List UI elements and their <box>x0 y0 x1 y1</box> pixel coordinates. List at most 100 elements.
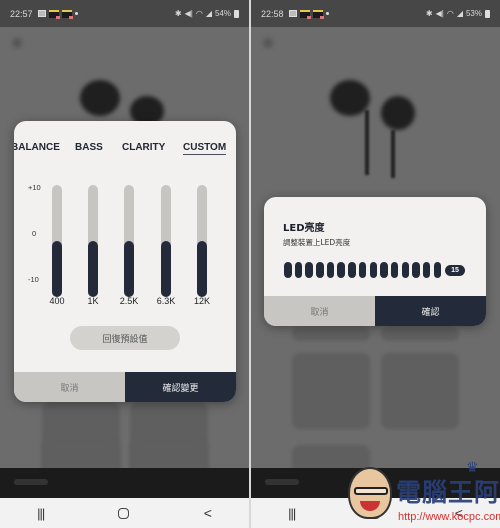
signal-icon: ◢ <box>205 9 212 18</box>
tab-custom[interactable]: CUSTOM <box>183 142 227 155</box>
cancel-button[interactable]: 取消 <box>264 296 375 326</box>
led-brightness-dialog: LED亮度 調整裝置上LED亮度 15 取消 確認 <box>264 197 486 326</box>
scale-mid-label: 0 <box>32 229 37 238</box>
reset-defaults-button[interactable]: 回復預設值 <box>70 326 180 350</box>
scale-min-label: -10 <box>28 275 39 284</box>
status-time: 22:57 <box>10 8 33 19</box>
led-level-segment[interactable] <box>305 262 313 278</box>
eq-slider-12k[interactable] <box>197 185 207 297</box>
battery-percent: 54% <box>214 9 231 18</box>
dot-icon <box>325 12 329 15</box>
battery-percent: 53% <box>465 9 482 18</box>
gallery-icon <box>37 10 46 17</box>
cancel-button[interactable]: 取消 <box>14 372 125 402</box>
led-level-segment[interactable] <box>294 262 303 278</box>
led-level-segment[interactable] <box>348 262 356 278</box>
eq-frequency-label: 2.5K <box>119 296 139 306</box>
equalizer-dialog: BALANCE BASS CLARITY CUSTOM +10 0 -10 40… <box>14 121 236 402</box>
background-footer <box>0 468 249 498</box>
eq-slider-1k[interactable] <box>88 185 98 297</box>
status-bar: 22:58 ✱ ◀| ◠ ◢ 53% <box>251 0 500 27</box>
confirm-button[interactable]: 確認 <box>375 296 486 326</box>
eq-slider-400[interactable] <box>52 185 62 297</box>
background-card-led <box>292 353 370 429</box>
led-level-segment[interactable] <box>284 262 292 278</box>
mute-icon: ◀| <box>184 9 193 18</box>
home-icon[interactable] <box>369 507 381 519</box>
eq-slider-6.3k[interactable] <box>161 185 171 297</box>
earbud-left-image <box>330 80 370 116</box>
tab-clarity[interactable]: CLARITY <box>122 142 165 153</box>
led-level-segment[interactable] <box>412 262 420 278</box>
led-level-segment[interactable] <box>316 262 324 278</box>
eq-slider-fill <box>52 241 62 297</box>
status-bar: 22:57 ✱ ◀| ◠ ◢ 54% <box>0 0 249 27</box>
mute-icon: ◀| <box>435 9 444 18</box>
eq-frequency-label: 400 <box>49 296 65 306</box>
eq-sliders-area: +10 0 -10 400 1K 2.5K 6.3K 12K <box>14 179 236 309</box>
scale-max-label: +10 <box>28 183 41 192</box>
earbud-left-image <box>80 80 120 116</box>
eq-frequency-label: 1K <box>87 296 99 306</box>
wifi-icon: ◠ <box>195 9 203 18</box>
status-right-group: ✱ ◀| ◠ ◢ 53% <box>426 9 490 18</box>
led-level-segment[interactable] <box>380 262 388 278</box>
eq-frequency-label: 12K <box>193 296 210 306</box>
led-level-segment[interactable] <box>337 262 345 278</box>
app-notification-icon <box>61 9 73 19</box>
background-card <box>381 327 459 341</box>
earbud-right-image <box>381 96 415 130</box>
earbud-right-stem <box>391 130 395 178</box>
led-level-segment[interactable] <box>433 262 442 278</box>
recent-apps-icon[interactable]: ||| <box>37 506 45 521</box>
eq-slider-2.5k[interactable] <box>124 185 134 297</box>
back-icon[interactable]: < <box>455 505 463 521</box>
brightness-level-badge: 15 <box>445 265 465 276</box>
back-icon[interactable]: < <box>204 505 212 521</box>
bluetooth-icon: ✱ <box>425 9 433 18</box>
background-menu-icon <box>263 38 273 48</box>
recent-apps-icon[interactable]: ||| <box>288 506 296 521</box>
led-level-segment[interactable] <box>326 262 335 278</box>
dialog-button-row: 取消 確認變更 <box>14 372 236 402</box>
status-time: 22:58 <box>261 8 284 19</box>
signal-icon: ◢ <box>456 9 463 18</box>
dialog-button-row: 取消 確認 <box>264 296 486 326</box>
bluetooth-icon: ✱ <box>174 9 182 18</box>
app-notification-icon <box>312 9 324 19</box>
dialog-subtitle: 調整裝置上LED亮度 <box>283 238 351 247</box>
earbud-left-stem <box>365 110 369 175</box>
home-icon[interactable] <box>118 507 130 519</box>
battery-icon <box>485 9 490 18</box>
eq-frequency-label: 6.3K <box>156 296 176 306</box>
background-card <box>381 353 459 429</box>
dialog-title: LED亮度 <box>283 223 325 234</box>
led-level-segment[interactable] <box>401 262 410 278</box>
eq-slider-fill <box>124 241 134 297</box>
led-brightness-slider[interactable] <box>284 262 442 278</box>
navigation-bar: ||| < <box>0 498 249 528</box>
eq-preset-tabs: BALANCE BASS CLARITY CUSTOM <box>14 142 236 156</box>
tab-bass[interactable]: BASS <box>75 142 103 153</box>
dot-icon <box>74 12 78 15</box>
led-level-segment[interactable] <box>358 262 367 278</box>
eq-slider-fill <box>88 241 98 297</box>
navigation-bar: ||| < <box>251 498 500 528</box>
status-right-group: ✱ ◀| ◠ ◢ 54% <box>175 9 239 18</box>
background-menu-icon <box>12 38 22 48</box>
led-level-segment[interactable] <box>390 262 399 278</box>
right-phone-screen: 22:58 ✱ ◀| ◠ ◢ 53% LED亮度 調整裝置上LED亮度 15 取… <box>251 0 500 528</box>
led-level-segment[interactable] <box>422 262 431 278</box>
wifi-icon: ◠ <box>446 9 454 18</box>
eq-slider-fill <box>197 241 207 297</box>
app-notification-icon <box>299 9 311 19</box>
battery-icon <box>234 9 239 18</box>
left-phone-screen: 22:57 ✱ ◀| ◠ ◢ 54% BALANCE BASS CLARITY … <box>0 0 249 528</box>
tab-balance[interactable]: BALANCE <box>14 142 60 153</box>
confirm-changes-button[interactable]: 確認變更 <box>125 372 236 402</box>
app-notification-icon <box>48 9 60 19</box>
background-card <box>292 327 370 341</box>
gallery-icon <box>288 10 297 17</box>
eq-slider-fill <box>161 241 171 297</box>
led-level-segment[interactable] <box>369 262 377 278</box>
